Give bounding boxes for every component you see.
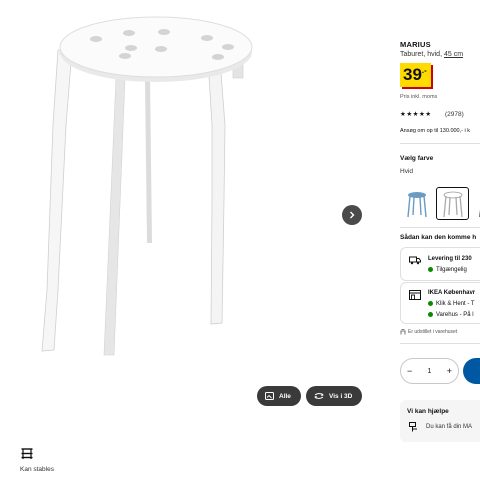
all-media-label: Alle xyxy=(279,392,291,400)
price-tag: 39 .- xyxy=(400,63,431,87)
store-warehouse: Varehus - På l xyxy=(428,312,474,318)
product-subtitle: Taburet, hvid, 45 cm xyxy=(400,51,463,58)
truck-icon xyxy=(409,256,421,265)
assembly-icon xyxy=(409,422,417,432)
delivery-heading: Sådan kan den komme h xyxy=(400,234,477,241)
quantity-stepper[interactable]: − 1 + xyxy=(400,358,459,384)
color-heading: Vælg farve xyxy=(400,155,434,162)
product-description: Taburet, hvid, xyxy=(400,51,444,58)
available-dot xyxy=(428,312,433,317)
store-option[interactable]: IKEA Københavr Klik & Hent - T Varehus -… xyxy=(400,282,480,324)
decrease-button[interactable]: − xyxy=(407,366,412,376)
shipping-option[interactable]: Levering til 230 Tilgængelig xyxy=(400,247,480,281)
help-section: Vi kan hjælpe Du kan få din MA xyxy=(400,400,480,442)
white-stool-thumbnail xyxy=(442,191,463,217)
blue-stool-thumbnail xyxy=(406,191,427,217)
help-title: Vi kan hjælpe xyxy=(407,408,449,415)
product-image xyxy=(41,16,253,356)
divider xyxy=(400,227,480,228)
review-count[interactable]: (2978) xyxy=(445,111,464,118)
divider xyxy=(400,343,480,344)
gallery-icon xyxy=(265,392,274,400)
swatch-blue[interactable] xyxy=(400,187,433,220)
product-name: MARIUS xyxy=(400,40,431,49)
product-gallery: Alle Vis i 3D xyxy=(0,0,368,416)
available-dot xyxy=(428,301,433,306)
help-text[interactable]: Du kan få din MA xyxy=(426,424,472,430)
vat-note: Pris inkl. moms xyxy=(400,94,438,100)
store-pickup-text: Klik & Hent - T xyxy=(436,301,475,308)
next-image-button[interactable] xyxy=(342,205,362,225)
store-warehouse-text: Varehus - På l xyxy=(436,312,474,319)
store-title: IKEA Københavr xyxy=(428,290,476,296)
finance-note[interactable]: Ansøg om op til 130.000,- i k xyxy=(400,128,470,134)
exhibit-icon xyxy=(400,329,406,335)
all-media-button[interactable]: Alle xyxy=(257,386,301,406)
exhibit-note: Er udstillet i varehuset xyxy=(408,329,458,335)
selected-color: Hvid xyxy=(400,168,414,175)
view-3d-button[interactable]: Vis i 3D xyxy=(306,386,362,406)
product-size-link[interactable]: 45 cm xyxy=(444,51,463,58)
store-icon xyxy=(409,290,421,300)
swatch-white[interactable] xyxy=(436,187,469,220)
price-decimal: .- xyxy=(421,66,427,75)
shipping-status-text: Tilgængelig xyxy=(436,267,467,274)
shipping-status: Tilgængelig xyxy=(428,267,467,273)
black-stool-thumbnail xyxy=(478,193,480,217)
increase-button[interactable]: + xyxy=(447,366,452,376)
store-pickup: Klik & Hent - T xyxy=(428,301,475,307)
rating-stars[interactable]: ★★★★★ xyxy=(400,110,432,118)
rotate-3d-icon xyxy=(314,393,324,399)
divider xyxy=(400,143,480,144)
swatch-black[interactable] xyxy=(472,187,480,220)
shipping-title: Levering til 230 xyxy=(428,256,472,262)
quantity-value[interactable]: 1 xyxy=(428,368,432,375)
add-to-cart-button[interactable] xyxy=(463,358,480,384)
price-integer: 39 xyxy=(403,65,422,84)
available-dot xyxy=(428,267,433,272)
stackable-icon xyxy=(21,448,33,459)
chevron-right-icon xyxy=(350,211,355,219)
stackable-label: Kan stables xyxy=(20,466,54,473)
view-3d-label: Vis i 3D xyxy=(329,392,353,400)
